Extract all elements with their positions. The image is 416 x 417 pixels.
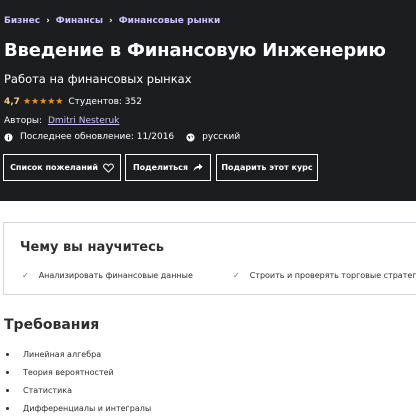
- requirements-title: Требования: [4, 317, 100, 333]
- bullet-icon: [6, 388, 9, 392]
- share-arrow-icon: [193, 163, 203, 172]
- star-half-icon: ★: [55, 96, 64, 107]
- requirement-text: Статистика: [23, 385, 72, 395]
- requirement-item: Линейная алгебра: [4, 345, 151, 363]
- info-icon: [4, 132, 13, 142]
- course-subtitle: Работа на финансовых рынках: [4, 72, 192, 86]
- star-icon: ★: [39, 96, 48, 107]
- share-button[interactable]: Поделиться: [125, 154, 211, 181]
- what-you-learn-box: Чему вы научитесь ✓ Анализировать финанс…: [3, 222, 416, 295]
- globe-icon: [186, 132, 195, 142]
- rating-value: 4,7: [4, 97, 20, 107]
- requirement-text: Теория вероятностей: [23, 367, 114, 377]
- author-link[interactable]: Dmitri Nesteruk: [48, 116, 119, 126]
- learn-item-text: Строить и проверять торговые стратегии: [249, 271, 416, 280]
- course-header: Бизнес › Финансы › Финансовые рынки Введ…: [0, 0, 416, 201]
- authors-row: Авторы: Dmitri Nesteruk: [4, 116, 119, 126]
- requirement-item: Статистика: [4, 381, 151, 399]
- breadcrumb-business[interactable]: Бизнес: [4, 16, 40, 26]
- learn-item-text: Анализировать финансовые данные: [38, 271, 193, 280]
- last-updated: Последнее обновление: 11/2016: [20, 132, 175, 142]
- wishlist-button-label: Список пожеланий: [10, 163, 98, 172]
- bullet-icon: [6, 352, 9, 356]
- requirement-item: Дифференциалы и интегралы: [4, 399, 151, 417]
- star-icon: ★: [22, 96, 32, 107]
- check-icon: ✓: [22, 271, 29, 280]
- learn-item: ✓ Анализировать финансовые данные: [22, 271, 193, 280]
- gift-course-button-label: Подарить этот курс: [221, 163, 313, 172]
- check-icon: ✓: [233, 271, 240, 280]
- gift-course-button[interactable]: Подарить этот курс: [216, 154, 318, 181]
- share-button-label: Поделиться: [132, 163, 189, 172]
- breadcrumb-financial-markets[interactable]: Финансовые рынки: [119, 16, 221, 26]
- requirement-text: Дифференциалы и интегралы: [23, 403, 152, 413]
- learn-item: ✓ Строить и проверять торговые стратегии: [233, 271, 416, 280]
- requirements-list: Линейная алгебра Теория вероятностей Ста…: [4, 345, 151, 417]
- chevron-right-icon: ›: [46, 16, 50, 26]
- authors-label: Авторы:: [4, 116, 43, 126]
- breadcrumb-finance[interactable]: Финансы: [56, 16, 103, 26]
- bullet-icon: [6, 406, 9, 410]
- requirement-text: Линейная алгебра: [23, 349, 102, 359]
- breadcrumb: Бизнес › Финансы › Финансовые рынки: [4, 16, 220, 26]
- requirement-item: Теория вероятностей: [4, 363, 151, 381]
- rating-stars: ★ ★ ★ ★ ★: [22, 96, 64, 107]
- students-count: Студентов: 352: [68, 97, 142, 107]
- star-icon: ★: [31, 96, 40, 107]
- star-icon: ★: [47, 96, 56, 107]
- wishlist-button[interactable]: Список пожеланий: [3, 154, 121, 181]
- heart-icon: [103, 162, 114, 173]
- chevron-right-icon: ›: [109, 16, 113, 26]
- meta-row: Последнее обновление: 11/2016 русский: [4, 132, 240, 142]
- bullet-icon: [6, 370, 9, 374]
- what-you-learn-title: Чему вы научитесь: [20, 240, 164, 255]
- rating-row: 4,7 ★ ★ ★ ★ ★ Студентов: 352: [4, 97, 142, 107]
- course-title: Введение в Финансовую Инженерию: [4, 40, 386, 61]
- course-language: русский: [202, 132, 241, 142]
